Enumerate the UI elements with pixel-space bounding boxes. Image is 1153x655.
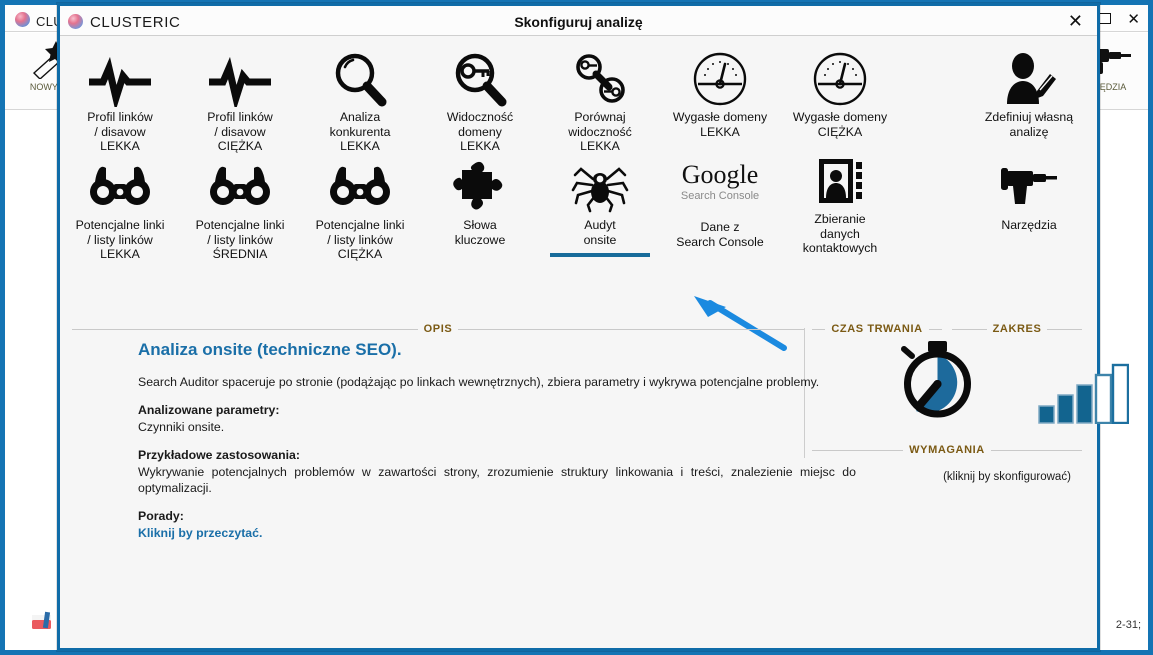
analysis-item-widocznosc-domeny-lekka[interactable]: Widoczność domeny LEKKA — [415, 48, 545, 154]
analysis-type-grid: Profil linków / disavow LEKKA Profil lin… — [60, 36, 1097, 351]
restore-icon — [1099, 13, 1112, 24]
background-window-controls: ✕ — [1099, 12, 1140, 27]
analysis-item-label: Zbieranie danych kontaktowych — [802, 212, 878, 255]
bottom-left-marker-icon — [30, 607, 56, 633]
binoculars-icon — [295, 156, 425, 218]
gauge-icon — [775, 48, 905, 110]
binoculars-icon — [175, 156, 305, 218]
spider-icon — [535, 156, 665, 218]
analysis-item-label: Potencjalne linki / listy linków ŚREDNIA — [195, 218, 285, 261]
analysis-item-label: Profil linków / disavow LEKKA — [87, 110, 153, 153]
drill-icon — [964, 156, 1094, 218]
analysis-item-label: Wygasłe domeny LEKKA — [672, 110, 768, 139]
configure-analysis-dialog: CLUSTERIC Skonfiguruj analizę ✕ Profil l… — [57, 3, 1130, 651]
separator-line — [458, 328, 804, 330]
separator-line — [812, 328, 826, 330]
tips-link[interactable]: Kliknij by przeczytać. — [138, 526, 262, 540]
binoculars-icon — [55, 156, 185, 218]
google-search-console-icon: Google Search Console — [655, 146, 785, 216]
restore-button[interactable] — [1099, 12, 1112, 27]
analysis-item-wygasle-domeny-ciezka[interactable]: Wygasłe domeny CIĘŻKA — [775, 48, 905, 139]
search-console-subtext: Search Console — [680, 189, 760, 202]
gauge-icon — [655, 48, 785, 110]
google-wordmark: Google — [681, 159, 759, 189]
usecases-value: Wykrywanie potencjalnych problemów w zaw… — [138, 465, 856, 495]
analysis-item-slowa-kluczowe[interactable]: Słowa kluczowe — [415, 156, 545, 247]
analysis-item-analiza-konkurenta-lekka[interactable]: Analiza konkurenta LEKKA — [295, 48, 425, 154]
section-separator-opis: OPIS — [72, 323, 804, 335]
analysis-item-label: Zdefiniuj własną analizę — [984, 110, 1074, 139]
analysis-item-potencjalne-linki-ciezka[interactable]: Potencjalne linki / listy linków CIĘŻKA — [295, 156, 425, 262]
tips-label: Porady: — [138, 509, 184, 523]
analyzed-params-label: Analizowane parametry: — [138, 403, 280, 417]
usecases-label: Przykładowe zastosowania: — [138, 448, 300, 462]
analysis-item-zbieranie-danych-kontaktowych[interactable]: Zbieranie danych kontaktowych — [775, 150, 905, 256]
analysis-item-label: Wygasłe domeny CIĘŻKA — [792, 110, 888, 139]
duration-and-scope-panel: (kliknij by skonfigurować) — [872, 324, 1142, 483]
analysis-item-potencjalne-linki-srednia[interactable]: Potencjalne linki / listy linków ŚREDNIA — [175, 156, 305, 262]
analysis-item-narzedzia[interactable]: Narzędzia — [964, 156, 1094, 233]
requirements-hint[interactable]: (kliknij by skonfigurować) — [872, 471, 1142, 483]
background-status-text: 2-31; — [1115, 619, 1141, 631]
analysis-item-label: Widoczność domeny LEKKA — [446, 110, 514, 153]
section-label: OPIS — [423, 323, 453, 335]
dialog-titlebar: CLUSTERIC Skonfiguruj analizę ✕ — [60, 6, 1097, 36]
analysis-item-label: Narzędzia — [1001, 218, 1057, 232]
description-panel: Analiza onsite (techniczne SEO). Search … — [138, 340, 856, 553]
analysis-item-label: Potencjalne linki / listy linków LEKKA — [75, 218, 165, 261]
compare-icon — [535, 48, 665, 110]
analysis-item-label: Porównaj widoczność LEKKA — [568, 110, 632, 153]
dialog-close-button[interactable]: ✕ — [1064, 11, 1087, 31]
dialog-title: Skonfiguruj analizę — [514, 14, 643, 30]
analysis-item-potencjalne-linki-lekka[interactable]: Potencjalne linki / listy linków LEKKA — [55, 156, 185, 262]
analysis-item-zdefiniuj-wlasna-analize[interactable]: Zdefiniuj własną analizę — [964, 48, 1094, 139]
magnifier-icon — [295, 48, 425, 110]
analysis-item-profil-linkow-lekka[interactable]: Profil linków / disavow LEKKA — [55, 48, 185, 154]
puzzle-icon — [415, 156, 545, 218]
analysis-item-label: Audyt onsite — [583, 218, 617, 247]
analysis-item-label: Słowa kluczowe — [454, 218, 506, 247]
analysis-item-label: Dane z Search Console — [676, 220, 764, 249]
key-search-icon — [415, 48, 545, 110]
close-window-button[interactable]: ✕ — [1127, 12, 1140, 27]
pulse-icon — [175, 48, 305, 110]
analysis-item-label: Potencjalne linki / listy linków CIĘŻKA — [315, 218, 405, 261]
address-book-icon — [775, 150, 905, 212]
analysis-item-porownaj-widocznosc-lekka[interactable]: Porównaj widoczność LEKKA — [535, 48, 665, 154]
user-edit-icon — [964, 48, 1094, 110]
analyzed-params-value: Czynniki onsite. — [138, 420, 225, 434]
analysis-item-label: Profil linków / disavow CIĘŻKA — [207, 110, 273, 153]
description-intro: Search Auditor spaceruje po stronie (pod… — [138, 375, 820, 389]
duration-scope-icons — [872, 324, 1142, 434]
description-heading: Analiza onsite (techniczne SEO). — [138, 340, 402, 359]
analysis-item-wygasle-domeny-lekka[interactable]: Wygasłe domeny LEKKA — [655, 48, 785, 139]
screen: CLUSTERIC ✕ NOWY P — [0, 0, 1153, 655]
bar-chart-icon — [1037, 362, 1130, 429]
analysis-item-profil-linkow-ciezka[interactable]: Profil linków / disavow CIĘŻKA — [175, 48, 305, 154]
analysis-item-label: Analiza konkurenta LEKKA — [329, 110, 391, 153]
clusteric-logo-icon — [15, 12, 30, 27]
selected-underline — [550, 253, 650, 257]
analysis-item-dane-z-search-console[interactable]: Google Search Console Dane z Search Cons… — [655, 146, 785, 249]
stopwatch-icon — [890, 336, 985, 436]
separator-line — [72, 328, 418, 330]
pulse-icon — [55, 48, 185, 110]
analysis-item-audyt-onsite[interactable]: Audyt onsite — [535, 156, 665, 257]
